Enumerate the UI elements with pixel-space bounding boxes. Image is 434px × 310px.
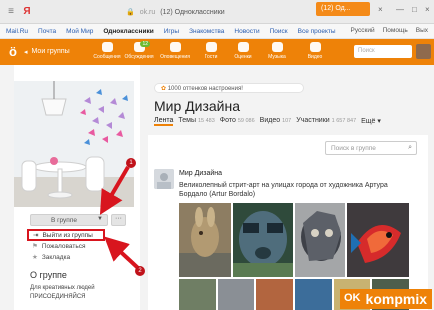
annotation-step-2: 2 bbox=[135, 266, 145, 276]
post-photo-2[interactable] bbox=[233, 203, 293, 277]
post-photo-6[interactable] bbox=[217, 279, 255, 310]
post-photo-1[interactable] bbox=[179, 203, 231, 277]
gift-icon: ✿ bbox=[161, 86, 167, 92]
group-tabs: Лента Темы 15 483 Фото 59 086 Видео 107 … bbox=[154, 117, 381, 126]
group-title: Мир Дизайна bbox=[154, 98, 241, 114]
annotation-step-1: 1 bbox=[126, 158, 136, 168]
post-photo-5[interactable] bbox=[179, 279, 216, 310]
watermark-logo: OK kompmix bbox=[340, 289, 432, 309]
post-author-avatar[interactable] bbox=[154, 169, 174, 189]
search-icon[interactable]: ⌕ bbox=[408, 144, 412, 152]
tab-members[interactable]: Участники 1 657 847 bbox=[296, 117, 356, 126]
group-status-hint: ✿ 1000 оттенков настроения! bbox=[154, 83, 304, 93]
tab-more[interactable]: Ещё ▾ bbox=[361, 117, 381, 126]
post-photo-3[interactable] bbox=[295, 203, 345, 277]
post-photo-7[interactable] bbox=[256, 279, 294, 310]
tab-videos[interactable]: Видео 107 bbox=[260, 117, 292, 126]
group-search-input[interactable]: Поиск в группе ⌕ bbox=[325, 141, 417, 155]
post-photo-8[interactable] bbox=[295, 279, 332, 310]
post-author-name[interactable]: Мир Дизайна bbox=[179, 170, 222, 177]
post-photo-4[interactable] bbox=[347, 203, 409, 277]
tab-topics[interactable]: Темы 15 483 bbox=[178, 117, 214, 126]
tab-feed[interactable]: Лента bbox=[154, 117, 174, 126]
post-text: Великолепный стрит-арт на улицах города … bbox=[179, 182, 388, 198]
tab-photos[interactable]: Фото 59 086 bbox=[220, 117, 255, 126]
